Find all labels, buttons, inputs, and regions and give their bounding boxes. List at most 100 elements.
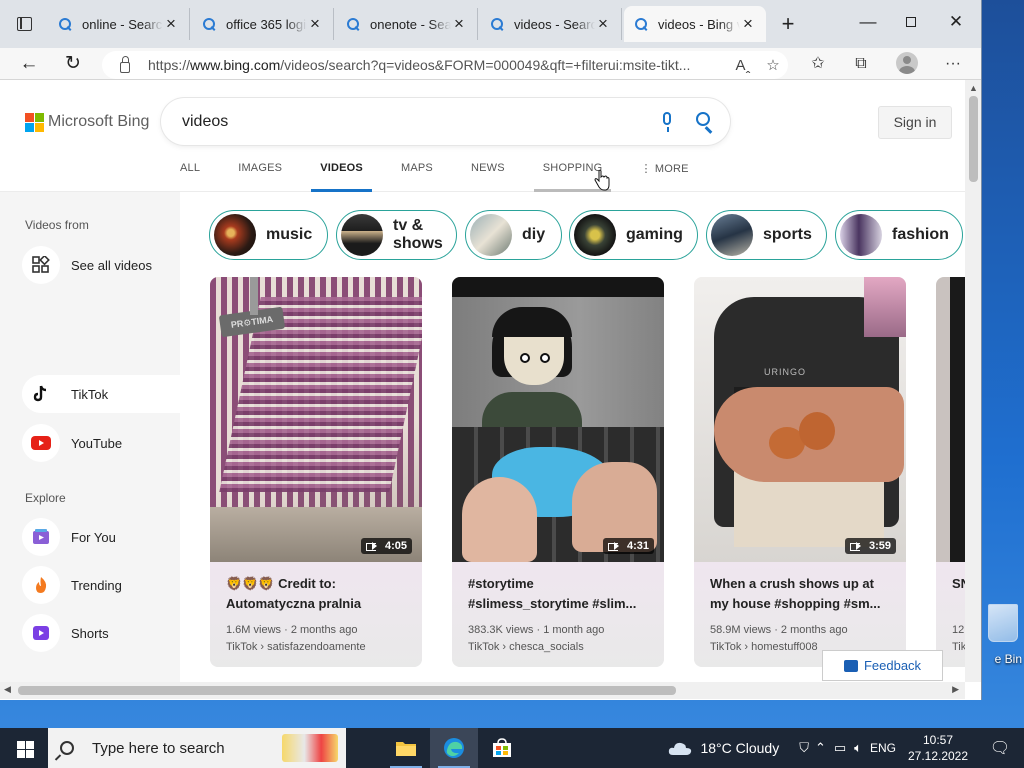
volume-icon[interactable]: 🔈︎ <box>854 740 862 756</box>
close-icon[interactable]: × <box>595 14 611 34</box>
url-text[interactable]: https://www.bing.com/videos/search?q=vid… <box>148 57 728 73</box>
lock-icon[interactable] <box>120 55 130 73</box>
file-explorer-icon[interactable] <box>382 728 430 768</box>
video-thumbnail: 4:31 <box>452 277 664 562</box>
tab-actions-icon[interactable] <box>17 17 32 31</box>
video-views: 1.6M views <box>226 624 282 636</box>
scope-all[interactable]: ALL <box>171 162 209 192</box>
start-button[interactable] <box>0 728 48 768</box>
search-icon[interactable] <box>688 110 730 134</box>
scrollbar-thumb[interactable] <box>18 686 676 695</box>
videos-from-heading: Videos from <box>25 218 89 232</box>
weather-text[interactable]: 18°C Cloudy <box>700 740 779 756</box>
close-icon[interactable]: × <box>307 14 323 34</box>
video-source[interactable]: TikTok › homestuff008 <box>710 641 818 653</box>
microphone-icon[interactable] <box>648 110 688 134</box>
new-tab-button[interactable]: + <box>778 13 798 35</box>
profile-icon[interactable] <box>896 52 918 74</box>
category-pill-music[interactable]: music <box>209 210 328 260</box>
video-title[interactable]: 🦁🦁🦁 Credit to: Automatyczna pralnia <box>226 574 406 614</box>
tab-videos-bing-video[interactable]: videos - Bing video × <box>624 6 766 42</box>
video-card[interactable]: 4:31 #storytime #slimess_storytime #slim… <box>452 277 664 667</box>
horizontal-scrollbar[interactable]: ◀ ▶ <box>0 682 965 699</box>
read-aloud-icon[interactable]: A͏ꞈ <box>728 57 758 74</box>
video-meta: 383.3K views · 1 month ago TikTok › ches… <box>468 624 605 653</box>
chevron-up-icon[interactable]: ⌃ <box>815 740 826 756</box>
sidebar-item-label: Shorts <box>71 625 109 641</box>
scope-videos[interactable]: VIDEOS <box>311 162 372 192</box>
category-thumbnail <box>214 214 256 256</box>
scrollbar-thumb[interactable] <box>969 96 978 182</box>
sidebar-item-for-you[interactable]: For You <box>22 518 180 556</box>
network-icon[interactable]: ▭ <box>834 740 846 756</box>
sign-in-button[interactable]: Sign in <box>878 106 952 139</box>
back-icon[interactable]: ← <box>17 53 41 75</box>
sidebar-item-label: See all videos <box>71 257 152 273</box>
category-pill-sports[interactable]: sports <box>706 210 827 260</box>
taskbar-search[interactable]: Type here to search <box>48 728 346 768</box>
category-pill-fashion[interactable]: fashion <box>835 210 963 260</box>
close-window-button[interactable]: ✕ <box>946 12 966 32</box>
video-views: 12 <box>952 624 965 636</box>
taskbar: Type here to search 18°C Cloudy ⛉ ⌃ ▭ 🔈︎… <box>0 728 1024 768</box>
store-icon[interactable] <box>478 728 526 768</box>
add-favorite-icon[interactable]: ☆ <box>758 56 788 74</box>
tab-videos-search[interactable]: videos - Search × <box>480 8 622 40</box>
scroll-right-icon[interactable]: ▶ <box>952 684 959 695</box>
maximize-button[interactable] <box>901 12 921 32</box>
scope-news[interactable]: NEWS <box>462 162 514 192</box>
search-input[interactable]: videos <box>182 113 648 131</box>
video-card[interactable]: PR⚙TIMA 4:05 🦁🦁🦁 Credit to: Automatyczna… <box>210 277 422 667</box>
collections-icon[interactable]: ⧉ <box>849 53 873 75</box>
people-icon[interactable]: ⛉ <box>799 740 809 756</box>
video-title[interactable]: When a crush shows up at my house #shopp… <box>710 574 890 614</box>
tab-office-365-login[interactable]: office 365 login × <box>192 8 334 40</box>
scroll-left-icon[interactable]: ◀ <box>4 684 11 695</box>
video-card[interactable]: URINGO 3:59 When a crush shows up at my … <box>694 277 906 667</box>
scope-more[interactable]: ⋮ MORE <box>631 162 697 192</box>
recycle-bin-desktop-icon[interactable]: e Bin <box>982 600 1022 670</box>
tab-title: office 365 login <box>226 16 307 32</box>
video-title[interactable]: #storytime #slimess_storytime #slim... <box>468 574 648 614</box>
sidebar-item-youtube[interactable]: YouTube <box>22 424 180 462</box>
more-icon[interactable]: ··· <box>941 53 965 75</box>
close-icon[interactable]: × <box>451 14 467 34</box>
refresh-icon[interactable]: ↻ <box>61 53 85 75</box>
search-box[interactable]: videos <box>161 98 730 145</box>
sidebar-item-tiktok[interactable]: TikTok <box>22 375 180 413</box>
clock[interactable]: 10:57 27.12.2022 <box>900 732 976 764</box>
video-card[interactable]: SN #p 12 Tik <box>936 277 965 667</box>
bing-logo[interactable]: Microsoft Bing <box>25 113 149 132</box>
video-source[interactable]: TikTok › satisfazendoamente <box>226 641 366 653</box>
tab-online[interactable]: online - Search × <box>48 8 190 40</box>
video-meta: 12 Tik <box>952 622 965 656</box>
notifications-icon[interactable]: 🗨︎ <box>976 738 1024 758</box>
video-title[interactable]: SN #p <box>952 574 965 614</box>
language-indicator[interactable]: ENG <box>870 741 896 755</box>
category-pill-tv-shows[interactable]: tv & shows <box>336 210 457 260</box>
address-bar[interactable]: https://www.bing.com/videos/search?q=vid… <box>102 51 788 79</box>
address-toolbar: ← ↻ https://www.bing.com/videos/search?q… <box>0 48 981 80</box>
sidebar-item-see-all-videos[interactable]: See all videos <box>22 246 180 284</box>
feedback-label: Feedback <box>863 658 922 673</box>
tab-onenote[interactable]: onenote - Search × <box>336 8 478 40</box>
edge-browser-icon[interactable] <box>430 728 478 768</box>
category-pill-gaming[interactable]: gaming <box>569 210 698 260</box>
sidebar-item-trending[interactable]: Trending <box>22 566 180 604</box>
scroll-up-icon[interactable]: ▲ <box>969 83 978 93</box>
video-source[interactable]: TikTok › chesca_socials <box>468 641 584 653</box>
video-source[interactable]: Tik <box>952 641 965 653</box>
scope-images[interactable]: IMAGES <box>229 162 291 192</box>
vertical-scrollbar[interactable]: ▲ <box>965 80 981 682</box>
favorites-icon[interactable]: ✩ <box>806 53 830 75</box>
shorts-icon <box>22 614 60 652</box>
minimize-button[interactable]: — <box>858 12 878 32</box>
close-icon[interactable]: × <box>740 14 756 34</box>
sidebar-item-label: For You <box>71 529 116 545</box>
sidebar-item-shorts[interactable]: Shorts <box>22 614 180 652</box>
scope-maps[interactable]: MAPS <box>392 162 442 192</box>
feedback-button[interactable]: Feedback <box>822 650 943 681</box>
close-icon[interactable]: × <box>163 14 179 34</box>
category-pill-diy[interactable]: diy <box>465 210 562 260</box>
page-content: Microsoft Bing videos Sign in ALL IMAGES… <box>0 80 965 682</box>
